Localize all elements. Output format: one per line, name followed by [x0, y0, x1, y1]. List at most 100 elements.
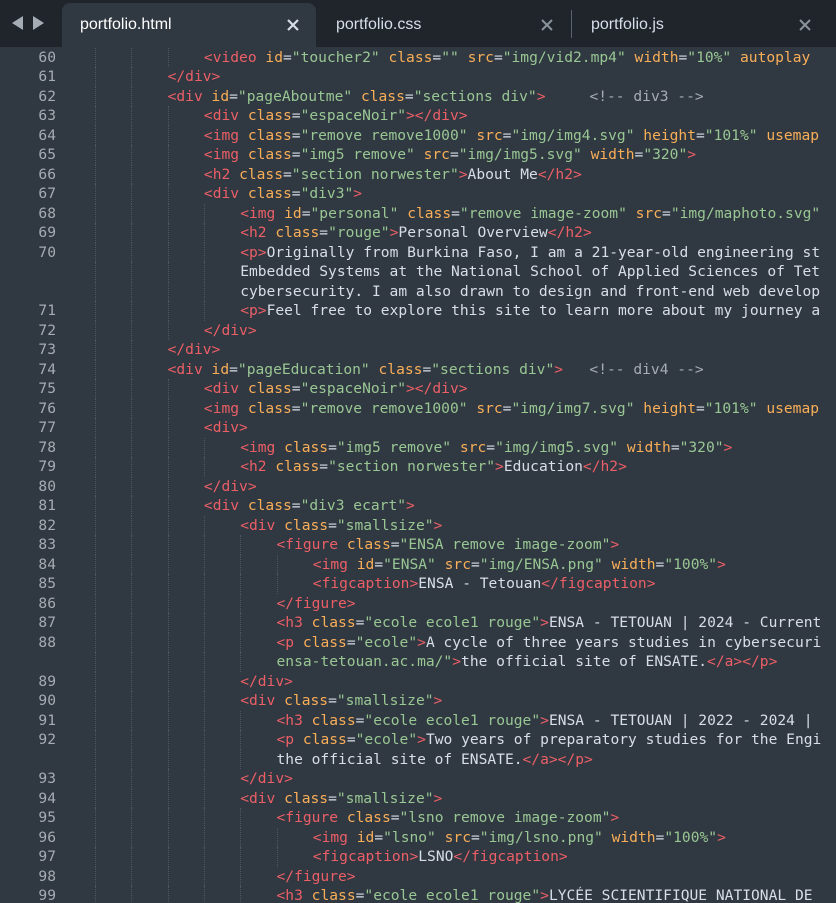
- indent-guide: [95, 106, 96, 126]
- code-line[interactable]: 64 <img class="remove remove1000" src="im…: [0, 125, 836, 145]
- tab-bar: portfolio.html portfolio.css portfolio.j…: [0, 0, 836, 47]
- code-line[interactable]: 66 <h2 class="section norwester">About Me…: [0, 164, 836, 184]
- code-token: <: [240, 458, 249, 475]
- code-line[interactable]: 60 <video id="toucher2" class="" src="img…: [0, 47, 836, 67]
- code-line[interactable]: 92 <p class="ecole">Two years of preparat…: [0, 730, 836, 750]
- code-token: src: [476, 126, 503, 144]
- code-line[interactable]: 63 <div class="espaceNoir"></div>: [0, 106, 836, 126]
- code-line[interactable]: 65 <img class="img5 remove" src="img/img5…: [0, 145, 836, 165]
- line-number: 84: [38, 555, 56, 573]
- code-token: =: [432, 48, 442, 66]
- line-number: 97: [38, 848, 56, 865]
- code-line[interactable]: 79 <h2 class="section norwester">Educatio…: [0, 457, 836, 477]
- code-editor[interactable]: 60 <video id="toucher2" class="" src="img…: [0, 47, 836, 903]
- code-token: src: [476, 399, 503, 417]
- code-line[interactable]: 89 </div>: [0, 671, 836, 691]
- code-line[interactable]: 76 <img class="remove remove1000" src="im…: [0, 398, 836, 418]
- indent-guide: [95, 340, 96, 360]
- code-token: p: [248, 302, 258, 319]
- indent-guide: [203, 886, 205, 903]
- code-token: figure: [294, 594, 347, 612]
- code-line[interactable]: 87 <h3 class="ecole ecole1 rouge">ENSA - …: [0, 613, 836, 633]
- indent-guide: [95, 866, 96, 886]
- close-icon[interactable]: [286, 18, 300, 32]
- code-line[interactable]: 67 <div class="div3">: [0, 184, 836, 204]
- code-line[interactable]: cybersecurity. I am also drawn to design…: [0, 281, 836, 301]
- indent-guide: [203, 515, 205, 535]
- code-line[interactable]: 68 <img id="personal" class="remove image…: [0, 203, 836, 223]
- code-line[interactable]: 90 <div class="smallsize">: [0, 691, 836, 711]
- code-line[interactable]: the official site of ENSATE.</a></p>: [0, 749, 836, 769]
- tab-portfolio-css[interactable]: portfolio.css: [318, 3, 570, 47]
- code-token: >: [433, 789, 443, 807]
- code-line[interactable]: 84 <img id="ENSA" src="img/ENSA.png" widt…: [0, 554, 836, 574]
- code-line[interactable]: 96 <img id="lsno" src="img/lsno.png" widt…: [0, 827, 836, 847]
- code-line[interactable]: 71 <p>Feel free to explore this site to l…: [0, 301, 836, 321]
- indent-guide: [167, 106, 169, 126]
- indent-guide: [131, 379, 133, 399]
- tab-portfolio-html[interactable]: portfolio.html: [62, 3, 316, 47]
- code-line[interactable]: 75 <div class="espaceNoir"></div>: [0, 379, 836, 399]
- code-line[interactable]: 81 <div class="div3 ecart">: [0, 496, 836, 516]
- code-token: >: [618, 458, 627, 475]
- tab-portfolio-js[interactable]: portfolio.js: [573, 3, 836, 47]
- code-line[interactable]: 83 <figure class="ENSA remove image-zoom"…: [0, 535, 836, 555]
- code-token: =: [346, 731, 356, 748]
- code-token: a: [540, 750, 549, 768]
- indent-guide: [167, 223, 169, 243]
- code-line[interactable]: 91 <h3 class="ecole ecole1 rouge">ENSA - …: [0, 710, 836, 730]
- code-line[interactable]: 70 <p>Originally from Burkina Faso, I am …: [0, 242, 836, 262]
- code-token: class: [275, 224, 320, 241]
- code-token: >: [540, 711, 549, 729]
- code-line[interactable]: 97 <figcaption>LSNO</figcaption>: [0, 847, 836, 867]
- code-line[interactable]: 61 </div>: [0, 67, 836, 87]
- indent-guide: [131, 515, 133, 535]
- indent-guide: [131, 47, 133, 67]
- indent-guide: [131, 808, 133, 828]
- code-line[interactable]: 82 <div class="smallsize">: [0, 515, 836, 535]
- code-token: </: [276, 594, 295, 612]
- code-line[interactable]: Embedded Systems at the National School …: [0, 262, 836, 282]
- indent-guide: [131, 847, 133, 867]
- code-token: >: [284, 770, 293, 787]
- code-line[interactable]: 78 <img class="img5 remove" src="img/img5…: [0, 437, 836, 457]
- code-line[interactable]: 95 <figure class="lsno remove image-zoom"…: [0, 808, 836, 828]
- code-line[interactable]: 88 <p class="ecole">A cycle of three year…: [0, 632, 836, 652]
- close-icon[interactable]: [540, 18, 554, 32]
- code-line[interactable]: 77 <div>: [0, 418, 836, 438]
- code-token: class: [311, 887, 356, 903]
- code-token: <: [203, 399, 213, 417]
- code-line[interactable]: 94 <div class="smallsize">: [0, 788, 836, 808]
- code-token: width: [611, 555, 656, 573]
- code-line[interactable]: 72 </div>: [0, 320, 836, 340]
- code-token: >: [417, 633, 426, 651]
- code-token: figure: [285, 809, 339, 826]
- code-line[interactable]: 73 </div>: [0, 340, 836, 360]
- code-token: =: [291, 107, 301, 124]
- code-line[interactable]: 62 <div id="pageAboutme" class="sections …: [0, 86, 836, 106]
- code-line[interactable]: 85 <figcaption>ENSA - Tetouan</figcaption…: [0, 574, 836, 594]
- code-text: </div>: [204, 477, 257, 497]
- code-token: <!-- div3 -->: [589, 87, 704, 105]
- code-token: h3: [285, 614, 303, 631]
- code-line[interactable]: 74 <div id="pageEducation" class="section…: [0, 359, 836, 379]
- code-line[interactable]: 86 </figure>: [0, 593, 836, 613]
- arrow-right-icon[interactable]: [30, 11, 46, 35]
- arrow-left-icon[interactable]: [10, 11, 26, 35]
- code-line[interactable]: 99 <h3 class="ecole ecole1 rouge">LYCÉE S…: [0, 886, 836, 903]
- code-token: img: [212, 146, 240, 163]
- code-token: =: [422, 360, 432, 378]
- code-token: >: [247, 477, 257, 495]
- code-token: height: [643, 126, 696, 144]
- code-line[interactable]: 80 </div>: [0, 476, 836, 497]
- close-icon[interactable]: [798, 18, 812, 32]
- code-line[interactable]: 98 </figure>: [0, 866, 836, 886]
- code-line[interactable]: 69 <h2 class="rouge">Personal Overview</h…: [0, 223, 836, 243]
- code-line[interactable]: 93 </div>: [0, 769, 836, 789]
- code-line[interactable]: ensa-tetouan.ac.ma/">the official site o…: [0, 652, 836, 672]
- code-token: Two years of preparatory studies for the…: [425, 731, 822, 748]
